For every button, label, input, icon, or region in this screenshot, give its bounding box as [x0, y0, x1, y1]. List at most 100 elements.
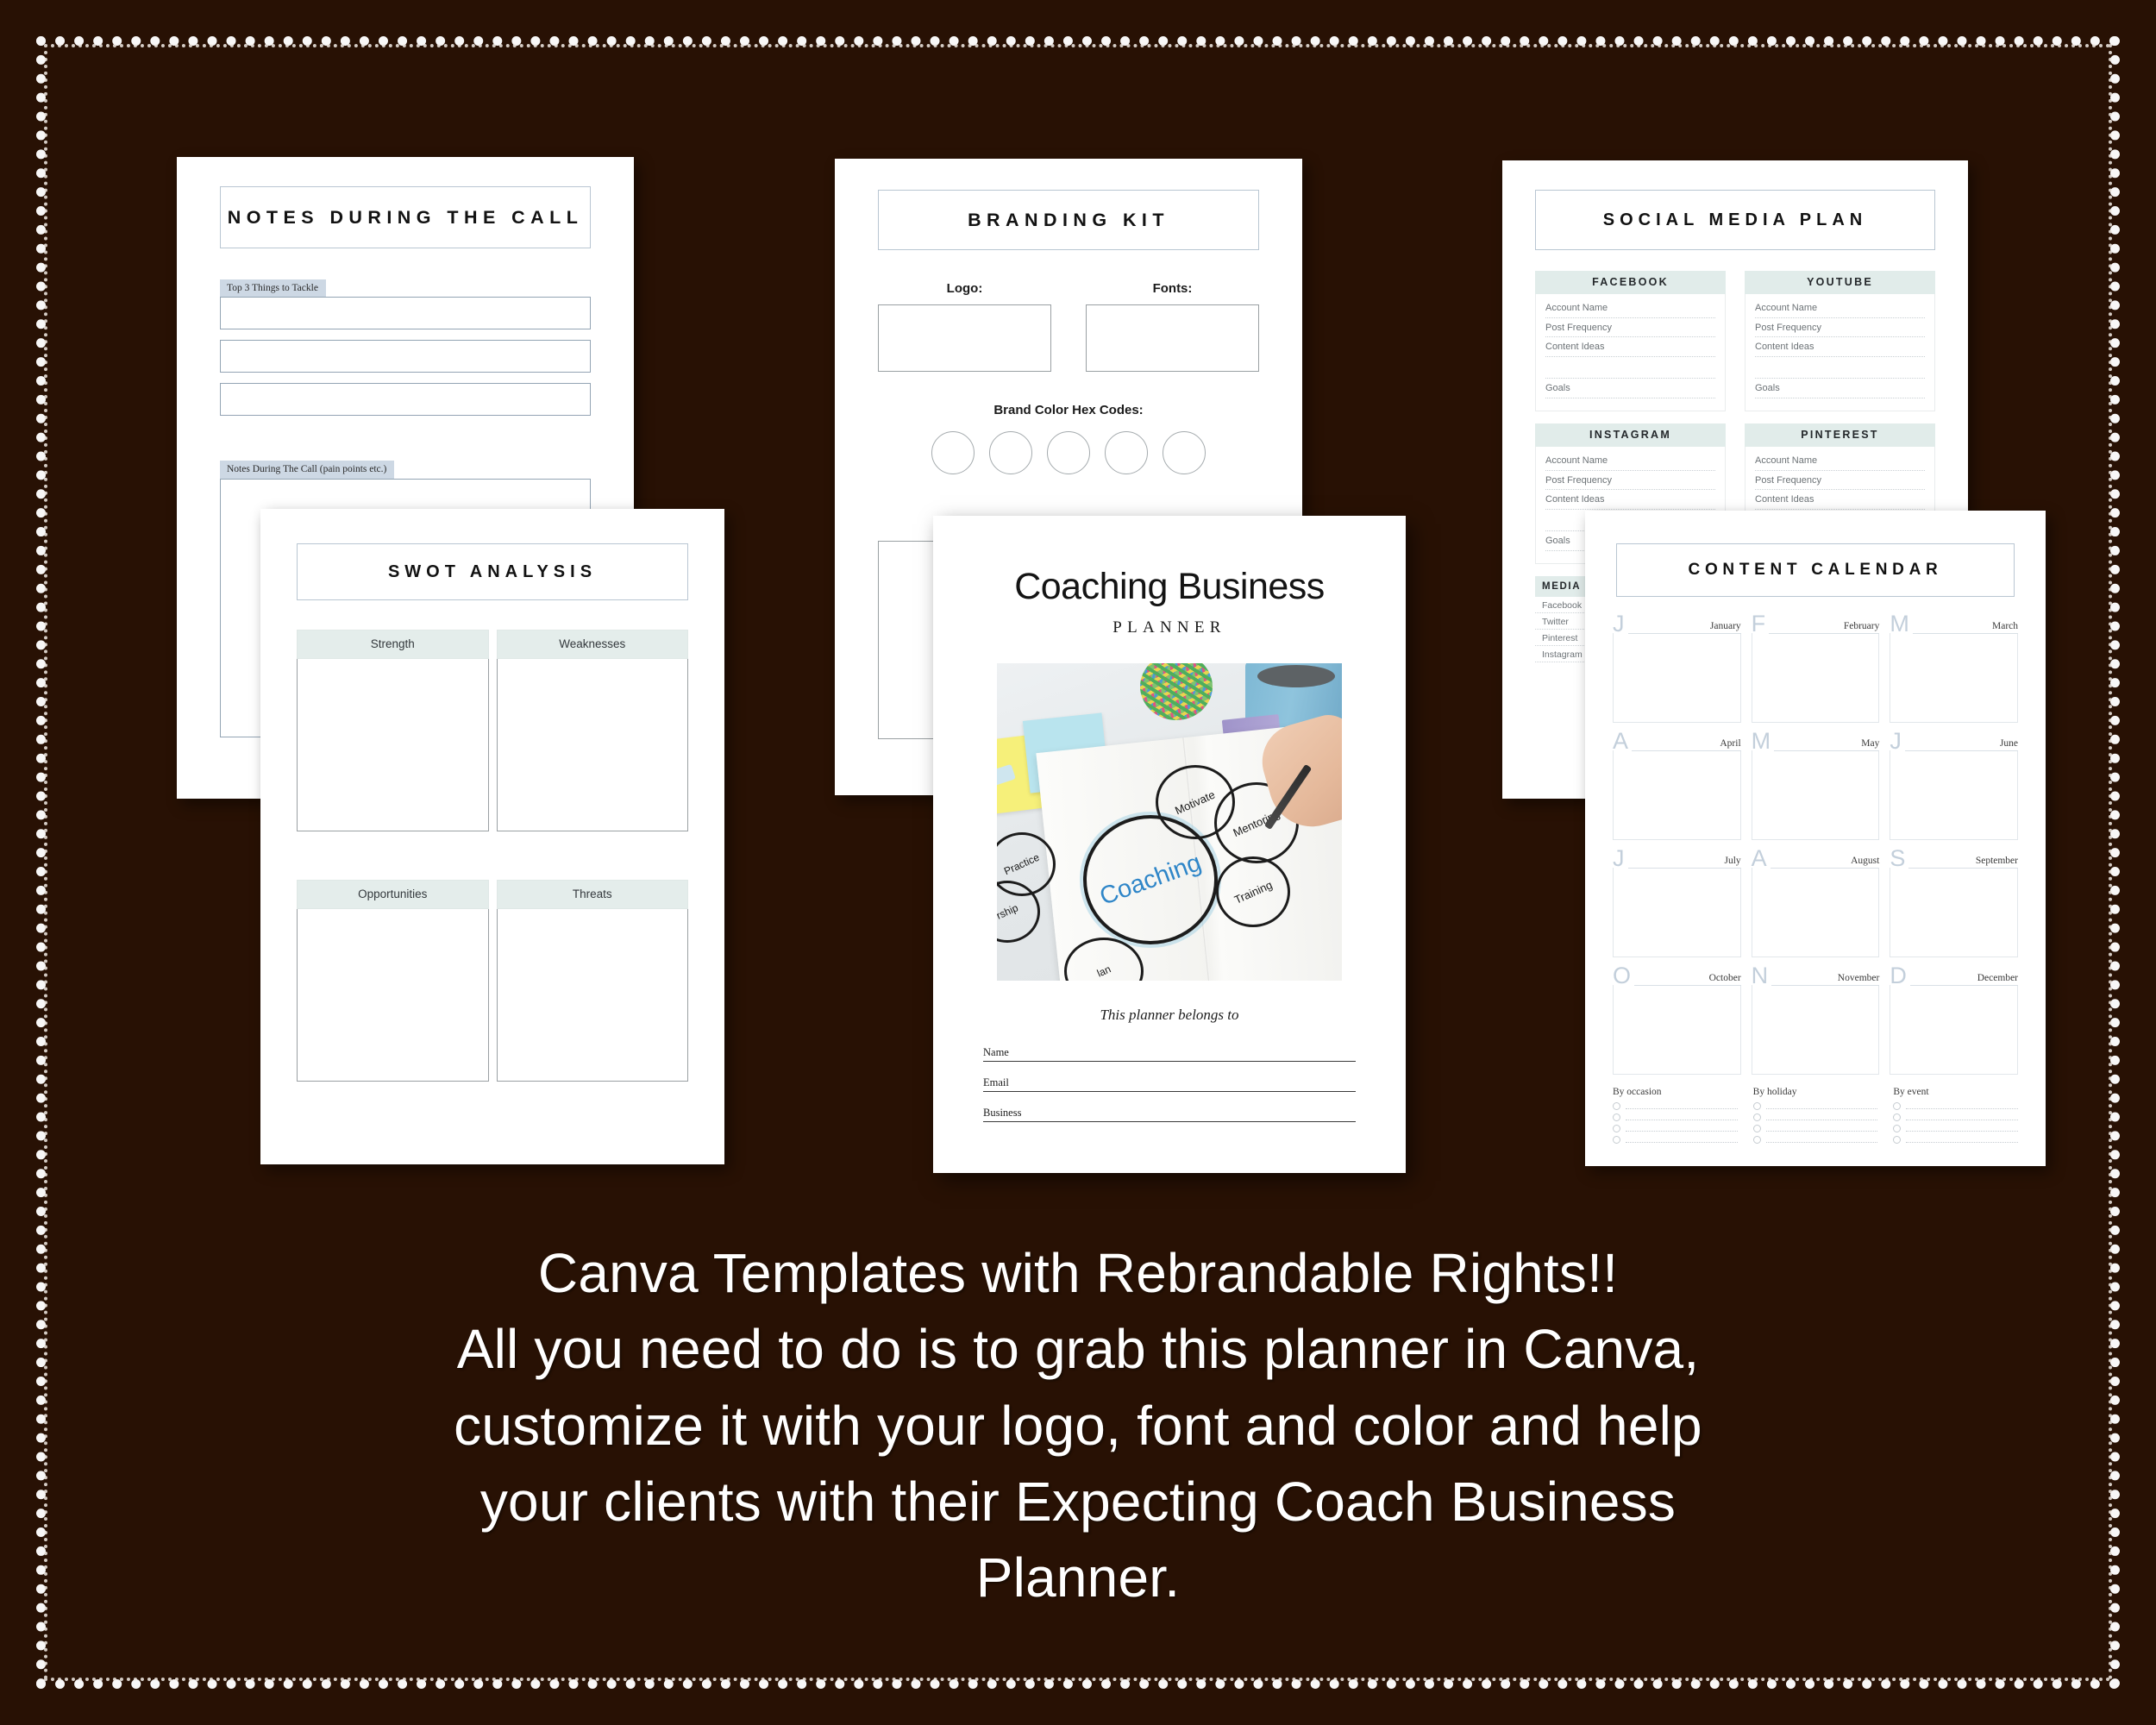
month-notes-area[interactable] — [1751, 984, 1880, 1075]
calendar-month-january[interactable]: J January — [1613, 612, 1741, 723]
swot-textarea[interactable] — [496, 659, 688, 831]
color-swatch[interactable] — [1047, 431, 1090, 474]
checklist-item[interactable] — [1752, 1113, 1878, 1121]
write-line[interactable] — [1906, 1137, 2018, 1143]
calendar-month-may[interactable]: M May — [1751, 729, 1880, 840]
owner-field-name[interactable]: Name — [983, 1046, 1356, 1062]
color-swatch[interactable] — [989, 431, 1032, 474]
write-line[interactable] — [1626, 1126, 1738, 1132]
field-content-ideas[interactable]: Content Ideas — [1545, 493, 1715, 510]
swot-quadrant-threats[interactable]: Threats — [496, 880, 688, 1082]
calendar-month-december[interactable]: D December — [1890, 963, 2018, 1075]
calendar-month-june[interactable]: J June — [1890, 729, 2018, 840]
field-post-frequency[interactable]: Post Frequency — [1545, 474, 1715, 491]
idea-list-by-occasion[interactable]: By occasion — [1613, 1087, 1738, 1147]
swot-quadrant-strength[interactable]: Strength — [297, 630, 489, 831]
field-goals[interactable]: Goals — [1755, 382, 1925, 399]
notes-input-3[interactable] — [220, 383, 591, 417]
write-line[interactable] — [1906, 1103, 2018, 1109]
calendar-month-october[interactable]: O October — [1613, 963, 1741, 1075]
color-swatch[interactable] — [931, 431, 975, 474]
color-swatch[interactable] — [1105, 431, 1148, 474]
planner-page-content-calendar[interactable]: CONTENT CALENDAR J January F February M — [1585, 511, 2046, 1166]
month-notes-area[interactable] — [1751, 632, 1880, 723]
planner-page-swot-analysis[interactable]: SWOT ANALYSIS Strength Weaknesses Opport… — [260, 509, 724, 1164]
field-account-name[interactable]: Account Name — [1755, 302, 1925, 318]
checkbox-circle-icon[interactable] — [1613, 1124, 1620, 1132]
field-account-name[interactable]: Account Name — [1755, 455, 1925, 471]
write-line[interactable] — [1626, 1103, 1738, 1109]
checkbox-circle-icon[interactable] — [1752, 1113, 1761, 1121]
write-line[interactable] — [1765, 1114, 1878, 1120]
checklist-item[interactable] — [1613, 1113, 1738, 1121]
write-line[interactable] — [1626, 1114, 1738, 1120]
checkbox-circle-icon[interactable] — [1893, 1135, 1902, 1144]
planner-page-cover[interactable]: Coaching Business PLANNER Coaching Motiv… — [933, 516, 1406, 1173]
calendar-month-september[interactable]: S September — [1890, 846, 2018, 957]
swot-quadrant-weaknesses[interactable]: Weaknesses — [496, 630, 688, 831]
field-post-frequency[interactable]: Post Frequency — [1755, 322, 1925, 338]
checklist-item[interactable] — [1893, 1124, 2018, 1132]
checkbox-circle-icon[interactable] — [1893, 1124, 1902, 1132]
calendar-month-august[interactable]: A August — [1751, 846, 1880, 957]
field-account-name[interactable]: Account Name — [1545, 302, 1715, 318]
field-account-name[interactable]: Account Name — [1545, 455, 1715, 471]
checkbox-circle-icon[interactable] — [1893, 1101, 1902, 1110]
checkbox-circle-icon[interactable] — [1752, 1135, 1761, 1144]
social-card-facebook[interactable]: FACEBOOK Account Name Post Frequency Con… — [1535, 271, 1726, 412]
field-content-ideas[interactable]: Content Ideas — [1755, 341, 1925, 357]
field-content-ideas-extra[interactable]: . — [1755, 363, 1925, 380]
write-line[interactable] — [1906, 1114, 2018, 1120]
checkbox-circle-icon[interactable] — [1613, 1135, 1620, 1144]
swot-quadrant-opportunities[interactable]: Opportunities — [297, 880, 489, 1082]
social-card-youtube[interactable]: YOUTUBE Account Name Post Frequency Cont… — [1745, 271, 1935, 412]
month-notes-area[interactable] — [1613, 750, 1741, 840]
logo-drop-slot[interactable] — [878, 304, 1051, 372]
swot-textarea[interactable] — [297, 909, 489, 1082]
month-notes-area[interactable] — [1613, 984, 1741, 1075]
field-post-frequency[interactable]: Post Frequency — [1545, 322, 1715, 338]
checklist-item[interactable] — [1752, 1124, 1878, 1132]
month-notes-area[interactable] — [1890, 984, 2018, 1075]
checklist-item[interactable] — [1893, 1101, 2018, 1110]
write-line[interactable] — [1906, 1126, 2018, 1132]
month-notes-area[interactable] — [1890, 632, 2018, 723]
calendar-month-february[interactable]: F February — [1751, 612, 1880, 723]
write-line[interactable] — [1765, 1103, 1878, 1109]
idea-list-by-event[interactable]: By event — [1893, 1087, 2018, 1147]
write-line[interactable] — [1626, 1137, 1738, 1143]
owner-field-business[interactable]: Business — [983, 1107, 1356, 1122]
swot-textarea[interactable] — [496, 909, 688, 1082]
notes-input-1[interactable] — [220, 297, 591, 330]
field-post-frequency[interactable]: Post Frequency — [1755, 474, 1925, 491]
checklist-item[interactable] — [1613, 1101, 1738, 1110]
swot-textarea[interactable] — [297, 659, 489, 831]
idea-list-by-holiday[interactable]: By holiday — [1752, 1087, 1878, 1147]
field-content-ideas[interactable]: Content Ideas — [1545, 341, 1715, 357]
month-notes-area[interactable] — [1751, 750, 1880, 840]
write-line[interactable] — [1765, 1137, 1878, 1143]
color-swatch[interactable] — [1163, 431, 1206, 474]
month-notes-area[interactable] — [1890, 867, 2018, 957]
calendar-month-november[interactable]: N November — [1751, 963, 1880, 1075]
calendar-month-march[interactable]: M March — [1890, 612, 2018, 723]
owner-field-email[interactable]: Email — [983, 1076, 1356, 1092]
calendar-month-july[interactable]: J July — [1613, 846, 1741, 957]
month-notes-area[interactable] — [1613, 867, 1741, 957]
checklist-item[interactable] — [1752, 1135, 1878, 1144]
checkbox-circle-icon[interactable] — [1752, 1124, 1761, 1132]
checklist-item[interactable] — [1613, 1135, 1738, 1144]
field-goals[interactable]: Goals — [1545, 382, 1715, 399]
checkbox-circle-icon[interactable] — [1613, 1101, 1620, 1110]
checkbox-circle-icon[interactable] — [1752, 1101, 1761, 1110]
notes-input-2[interactable] — [220, 340, 591, 373]
write-line[interactable] — [1765, 1126, 1878, 1132]
checklist-item[interactable] — [1752, 1101, 1878, 1110]
checklist-item[interactable] — [1893, 1135, 2018, 1144]
month-notes-area[interactable] — [1751, 867, 1880, 957]
checkbox-circle-icon[interactable] — [1893, 1113, 1902, 1121]
checklist-item[interactable] — [1613, 1124, 1738, 1132]
field-content-ideas-extra[interactable]: . — [1545, 363, 1715, 380]
calendar-month-april[interactable]: A April — [1613, 729, 1741, 840]
fonts-input-slot[interactable] — [1086, 304, 1259, 372]
